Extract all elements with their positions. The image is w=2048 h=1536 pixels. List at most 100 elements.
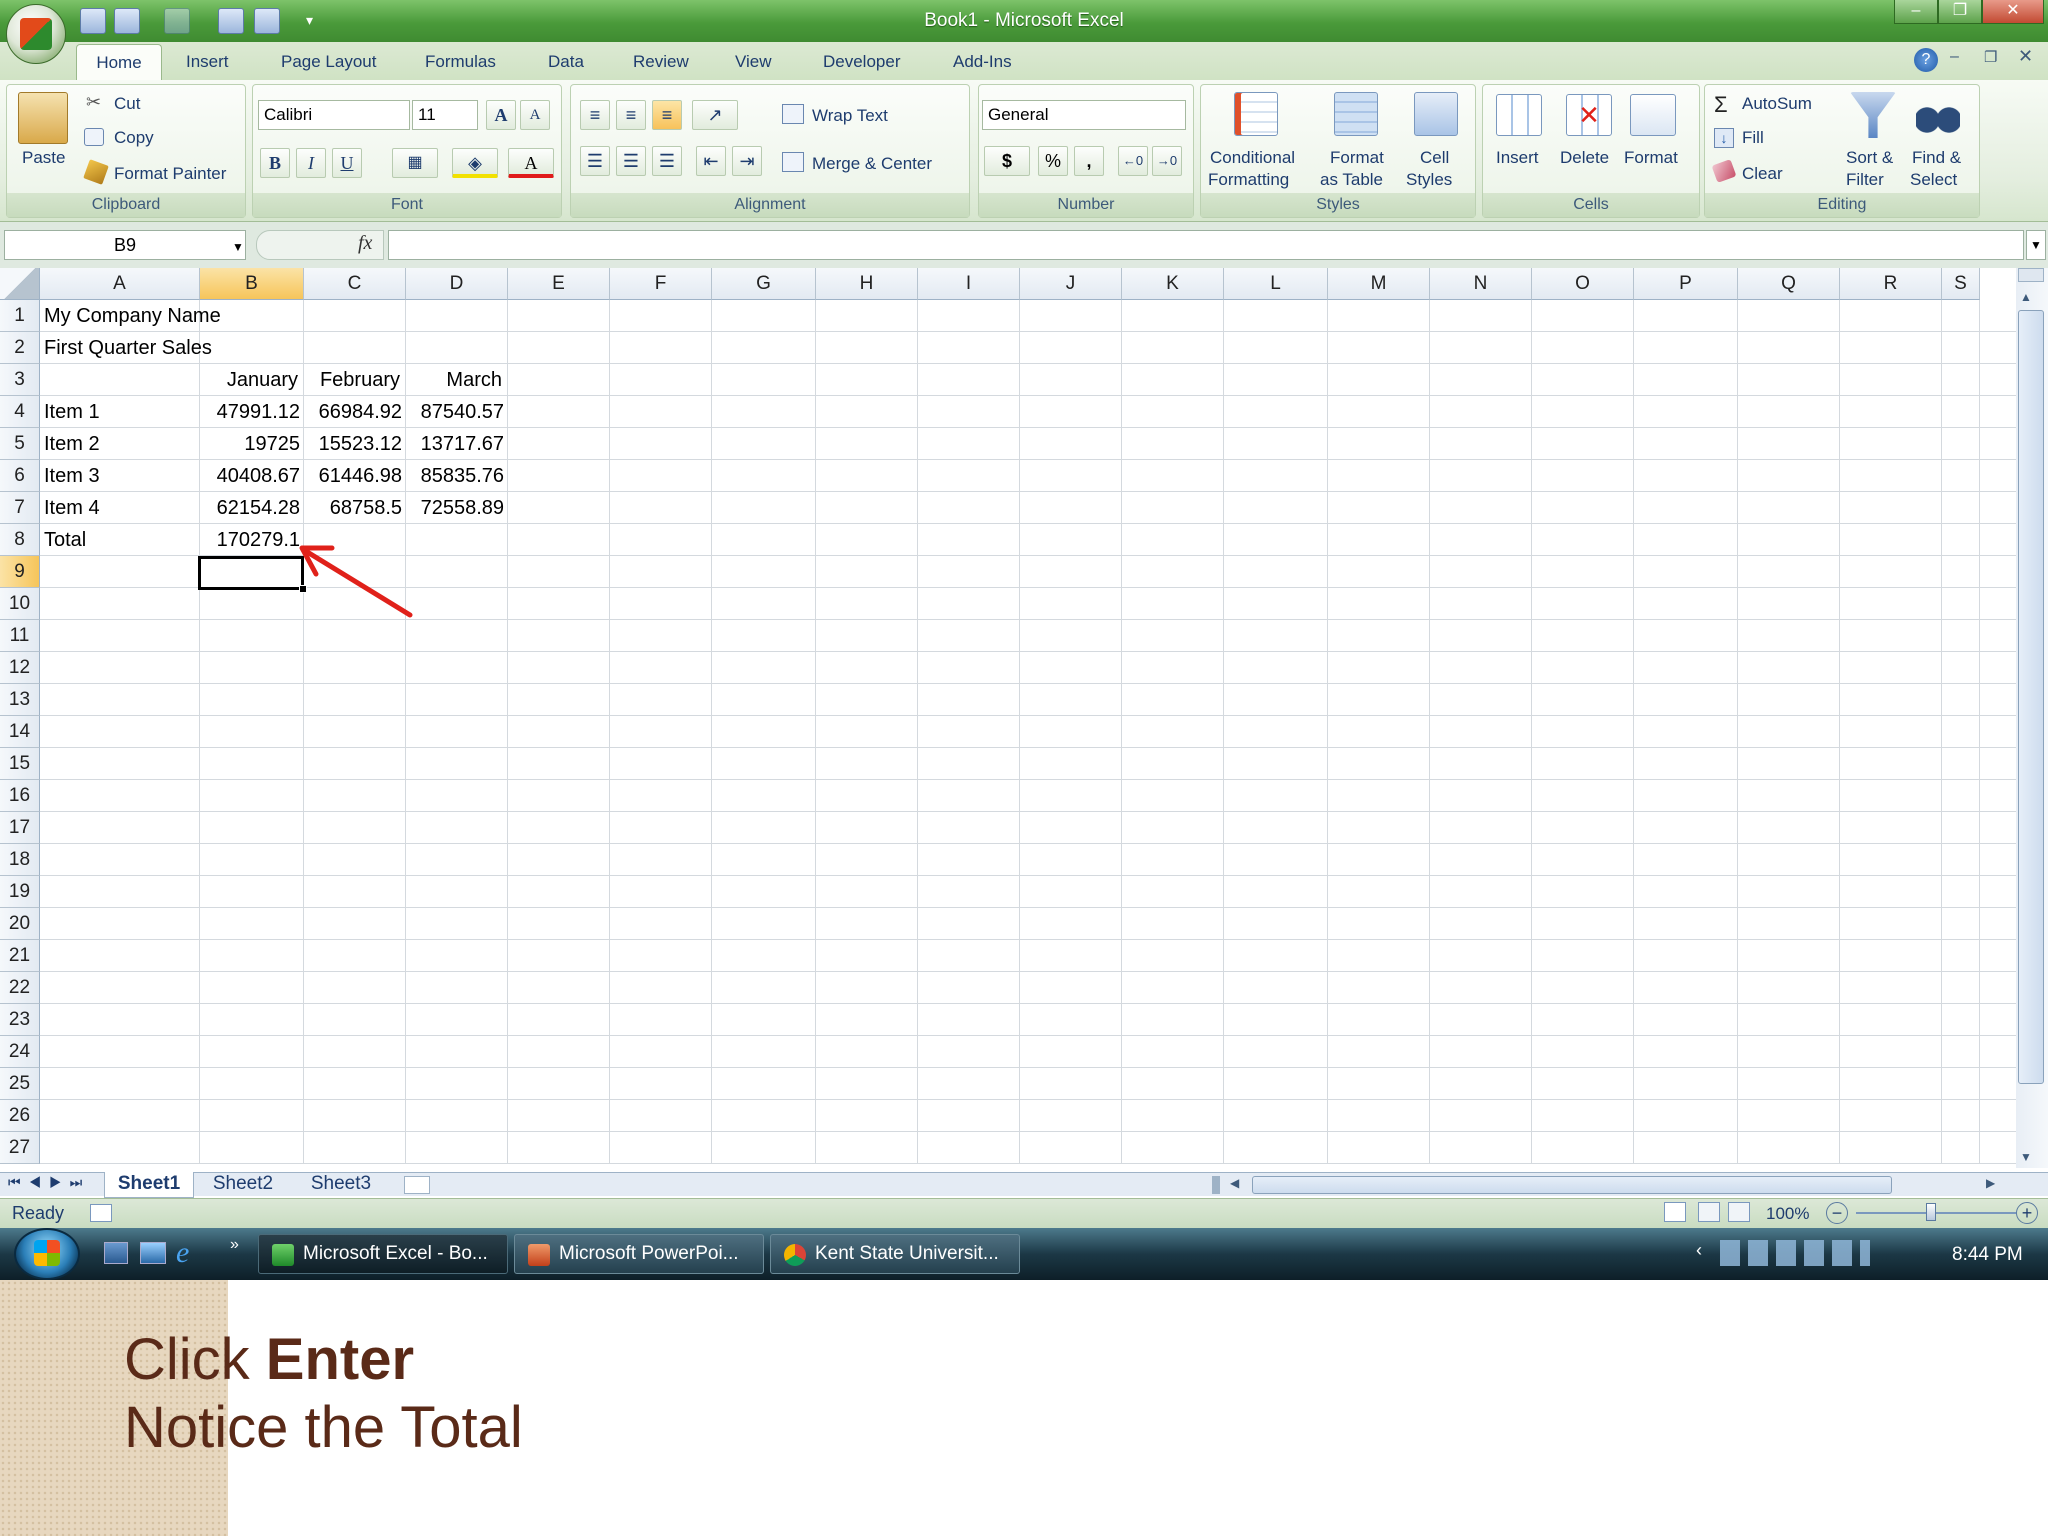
internet-explorer-icon[interactable]: e <box>176 1236 189 1270</box>
cell-a8[interactable]: Total <box>44 524 86 556</box>
delete-cells-button[interactable]: Delete <box>1560 148 1609 168</box>
row-header-23[interactable]: 23 <box>0 1004 40 1036</box>
middle-align-icon[interactable]: ≡ <box>616 100 646 130</box>
format-painter-button[interactable]: Format Painter <box>114 164 226 184</box>
row-header-27[interactable]: 27 <box>0 1132 40 1164</box>
row-header-6[interactable]: 6 <box>0 460 40 492</box>
vertical-scroll-thumb[interactable] <box>2018 310 2044 1084</box>
cell-a4[interactable]: Item 1 <box>44 396 100 428</box>
format-as-table-line1[interactable]: Format <box>1330 148 1384 168</box>
row-header-8[interactable]: 8 <box>0 524 40 556</box>
row-header-26[interactable]: 26 <box>0 1100 40 1132</box>
column-header-k[interactable]: K <box>1122 268 1224 300</box>
expand-formula-bar-icon[interactable]: ▼ <box>2026 230 2046 260</box>
align-left-icon[interactable]: ☰ <box>580 146 610 176</box>
top-align-icon[interactable]: ≡ <box>580 100 610 130</box>
fill-color-icon[interactable]: ◈ <box>452 148 498 178</box>
page-break-view-icon[interactable] <box>1728 1202 1750 1222</box>
column-header-m[interactable]: M <box>1328 268 1430 300</box>
zoom-slider-thumb[interactable] <box>1926 1203 1936 1221</box>
taskbar-excel[interactable]: Microsoft Excel - Bo... <box>258 1234 508 1274</box>
row-header-13[interactable]: 13 <box>0 684 40 716</box>
column-header-b[interactable]: B <box>200 268 304 300</box>
grow-font-button[interactable]: A <box>486 100 516 130</box>
cell-a6[interactable]: Item 3 <box>44 460 100 492</box>
decrease-decimal-icon[interactable]: →0 <box>1152 146 1182 176</box>
row-header-3[interactable]: 3 <box>0 364 40 396</box>
name-box-dropdown-icon[interactable]: ▼ <box>232 240 244 254</box>
help-icon[interactable]: ? <box>1914 48 1938 72</box>
underline-button[interactable]: U <box>332 148 362 178</box>
column-header-d[interactable]: D <box>406 268 508 300</box>
ribbon-minimize-icon[interactable]: – <box>1950 48 1959 66</box>
row-header-21[interactable]: 21 <box>0 940 40 972</box>
system-tray-icons[interactable] <box>1720 1240 1870 1266</box>
row-header-18[interactable]: 18 <box>0 844 40 876</box>
cell-styles-line1[interactable]: Cell <box>1420 148 1449 168</box>
column-header-p[interactable]: P <box>1634 268 1738 300</box>
row-header-7[interactable]: 7 <box>0 492 40 524</box>
conditional-formatting-line2[interactable]: Formatting <box>1208 170 1289 190</box>
formula-input[interactable] <box>388 230 2024 260</box>
sort-filter-line1[interactable]: Sort & <box>1846 148 1893 168</box>
normal-view-icon[interactable] <box>1664 1202 1686 1222</box>
increase-decimal-icon[interactable]: ←0 <box>1118 146 1148 176</box>
tab-view[interactable]: View <box>735 52 772 72</box>
sheet-tab-sheet3[interactable]: Sheet3 <box>298 1172 384 1198</box>
zoom-level[interactable]: 100% <box>1766 1204 1809 1224</box>
row-header-17[interactable]: 17 <box>0 812 40 844</box>
sheet-tab-sheet2[interactable]: Sheet2 <box>200 1172 286 1198</box>
column-header-o[interactable]: O <box>1532 268 1634 300</box>
cell-b8[interactable]: 170279.1 <box>200 524 300 556</box>
close-button[interactable]: ✕ <box>1982 0 2044 24</box>
cell-a7[interactable]: Item 4 <box>44 492 100 524</box>
tab-split-handle[interactable] <box>1212 1176 1220 1194</box>
column-header-i[interactable]: I <box>918 268 1020 300</box>
sheet-nav-icons[interactable]: ⏮◀▶⏭ <box>8 1174 90 1191</box>
find-select-line1[interactable]: Find & <box>1912 148 1961 168</box>
row-header-24[interactable]: 24 <box>0 1036 40 1068</box>
paste-icon[interactable] <box>18 92 68 144</box>
cell-b4[interactable]: 47991.12 <box>200 396 300 428</box>
insert-function-button[interactable]: fx <box>358 232 372 255</box>
row-header-2[interactable]: 2 <box>0 332 40 364</box>
taskbar-overflow-icon[interactable]: » <box>230 1236 239 1254</box>
clear-button[interactable]: Clear <box>1742 164 1783 184</box>
bold-button[interactable]: B <box>260 148 290 178</box>
align-right-icon[interactable]: ☰ <box>652 146 682 176</box>
cell-d4[interactable]: 87540.57 <box>406 396 504 428</box>
show-desktop-icon[interactable] <box>104 1242 128 1264</box>
restore-button[interactable]: ❐ <box>1938 0 1982 24</box>
page-layout-view-icon[interactable] <box>1698 1202 1720 1222</box>
taskbar-powerpoint[interactable]: Microsoft PowerPoi... <box>514 1234 764 1274</box>
scroll-right-icon[interactable]: ▶ <box>1986 1176 1995 1190</box>
cut-button[interactable]: Cut <box>114 94 140 114</box>
scroll-down-icon[interactable]: ▼ <box>2020 1150 2032 1164</box>
scroll-left-icon[interactable]: ◀ <box>1230 1176 1239 1190</box>
cell-c4[interactable]: 66984.92 <box>304 396 402 428</box>
format-as-table-line2[interactable]: as Table <box>1320 170 1383 190</box>
tab-developer[interactable]: Developer <box>823 52 901 72</box>
paste-button[interactable]: Paste <box>22 148 65 168</box>
cell-a2[interactable]: First Quarter Sales <box>44 332 212 364</box>
column-header-c[interactable]: C <box>304 268 406 300</box>
cell-a5[interactable]: Item 2 <box>44 428 100 460</box>
cell-b7[interactable]: 62154.28 <box>200 492 300 524</box>
merge-center-button[interactable]: Merge & Center <box>812 154 932 174</box>
undo-icon[interactable] <box>114 8 140 34</box>
cell-c6[interactable]: 61446.98 <box>304 460 402 492</box>
scroll-up-icon[interactable]: ▲ <box>2020 290 2032 304</box>
tab-review[interactable]: Review <box>633 52 689 72</box>
cell-d7[interactable]: 72558.89 <box>406 492 504 524</box>
cell-d5[interactable]: 13717.67 <box>406 428 504 460</box>
cell-c5[interactable]: 15523.12 <box>304 428 402 460</box>
row-header-9[interactable]: 9 <box>0 556 40 588</box>
cell-d3[interactable]: March <box>406 364 502 396</box>
ribbon-close-icon[interactable]: ✕ <box>2018 46 2033 67</box>
tab-data[interactable]: Data <box>548 52 584 72</box>
decrease-indent-icon[interactable]: ⇤ <box>696 146 726 176</box>
bottom-align-icon[interactable]: ≡ <box>652 100 682 130</box>
column-header-h[interactable]: H <box>816 268 918 300</box>
customize-toolbar-icon[interactable]: ▾ <box>306 12 313 29</box>
column-header-n[interactable]: N <box>1430 268 1532 300</box>
